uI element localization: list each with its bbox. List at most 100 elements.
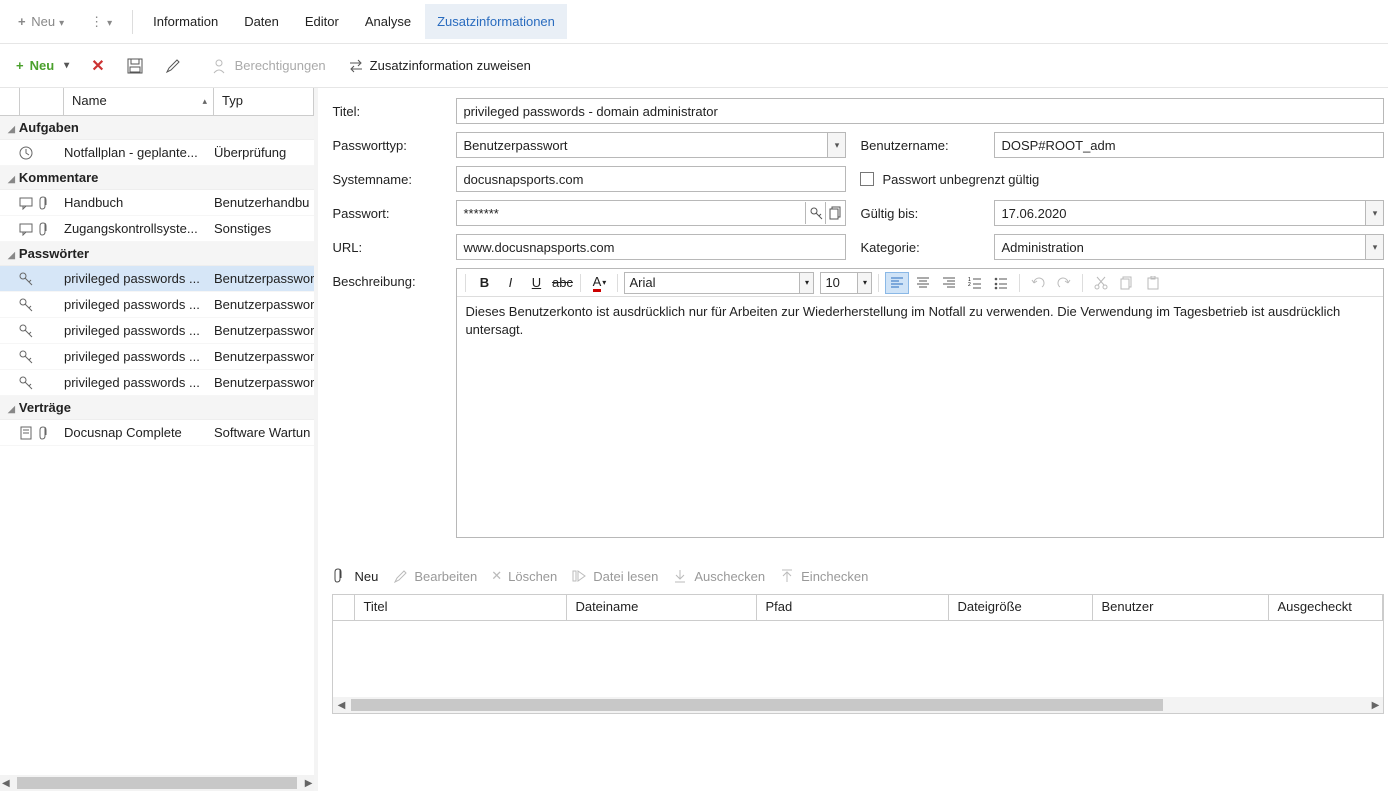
chevron-down-icon: ◢ bbox=[8, 404, 15, 414]
font-size-select[interactable]: 10▾ bbox=[820, 272, 872, 294]
header-icon[interactable] bbox=[20, 88, 64, 115]
user-icon bbox=[213, 58, 229, 74]
chevron-down-icon: ◢ bbox=[8, 124, 15, 134]
header-benutzer[interactable]: Benutzer bbox=[1093, 595, 1269, 621]
font-family-select[interactable]: Arial▾ bbox=[624, 272, 814, 294]
sidebar-scrollbar[interactable]: ◀ ▶ bbox=[0, 775, 314, 791]
menu-zusatzinformationen[interactable]: Zusatzinformationen bbox=[425, 4, 567, 39]
undo-button[interactable] bbox=[1026, 272, 1050, 294]
italic-button[interactable]: I bbox=[498, 272, 522, 294]
copy-password-button[interactable] bbox=[825, 202, 845, 224]
row-password-1[interactable]: privileged passwords ... Benutzerpasswor bbox=[0, 266, 314, 292]
input-gueltig[interactable]: 17.06.2020▾ bbox=[994, 200, 1384, 226]
row-password-4[interactable]: privileged passwords ... Benutzerpasswor bbox=[0, 344, 314, 370]
scroll-left-icon[interactable]: ◀ bbox=[333, 697, 349, 713]
svg-text:2: 2 bbox=[968, 282, 971, 288]
attachments-scrollbar[interactable]: ◀ ▶ bbox=[333, 697, 1383, 713]
group-kommentare[interactable]: ◢Kommentare bbox=[0, 166, 314, 190]
list-bullet-button[interactable] bbox=[989, 272, 1013, 294]
attachment-icon bbox=[37, 221, 53, 237]
redo-button[interactable] bbox=[1052, 272, 1076, 294]
menu-information[interactable]: Information bbox=[141, 4, 230, 39]
attachments-table: Titel Dateiname Pfad Dateigröße Benutzer… bbox=[332, 594, 1384, 714]
header-ausgecheckt[interactable]: Ausgecheckt bbox=[1269, 595, 1383, 621]
row-zugang[interactable]: Zugangskontrollsyste... Sonstiges bbox=[0, 216, 314, 242]
menu-analyse[interactable]: Analyse bbox=[353, 4, 423, 39]
toolbar: + Neu▾ ✕ Berechtigungen Zusat bbox=[0, 44, 1388, 88]
menu-neu[interactable]: + Neu▾ bbox=[6, 4, 76, 39]
menu-editor[interactable]: Editor bbox=[293, 4, 351, 39]
header-pfad[interactable]: Pfad bbox=[757, 595, 949, 621]
list-numbered-button[interactable]: 12 bbox=[963, 272, 987, 294]
header-titel[interactable]: Titel bbox=[355, 595, 567, 621]
row-password-3[interactable]: privileged passwords ... Benutzerpasswor bbox=[0, 318, 314, 344]
header-dateigroesse[interactable]: Dateigröße bbox=[949, 595, 1093, 621]
attach-auschecken: Auschecken bbox=[672, 568, 765, 584]
attachments-toolbar: Neu Bearbeiten ✕ Löschen Datei lesen Aus… bbox=[332, 564, 1384, 588]
underline-button[interactable]: U bbox=[524, 272, 548, 294]
row-password-5[interactable]: privileged passwords ... Benutzerpasswor bbox=[0, 370, 314, 396]
cut-button[interactable] bbox=[1089, 272, 1113, 294]
reveal-password-button[interactable] bbox=[805, 202, 825, 224]
group-passwoerter[interactable]: ◢Passwörter bbox=[0, 242, 314, 266]
attach-loeschen: ✕ Löschen bbox=[491, 568, 557, 584]
font-color-button[interactable]: A▾ bbox=[587, 272, 611, 294]
row-password-2[interactable]: privileged passwords ... Benutzerpasswor bbox=[0, 292, 314, 318]
input-passwort[interactable]: ******* bbox=[456, 200, 846, 226]
input-systemname[interactable]: docusnapsports.com bbox=[456, 166, 846, 192]
strikethrough-button[interactable]: abc bbox=[550, 272, 574, 294]
checkbox-icon[interactable] bbox=[860, 172, 874, 186]
align-left-button[interactable] bbox=[885, 272, 909, 294]
key-icon bbox=[18, 297, 34, 313]
attachments-body bbox=[333, 621, 1383, 697]
header-name[interactable]: Name ▴ bbox=[64, 88, 214, 115]
input-url[interactable]: www.docusnapsports.com bbox=[456, 234, 846, 260]
chevron-down-icon[interactable]: ▾ bbox=[799, 273, 813, 293]
attach-neu[interactable]: Neu bbox=[332, 568, 378, 584]
menu-more[interactable]: ⋮▾ bbox=[78, 4, 124, 40]
select-kategorie[interactable]: Administration▾ bbox=[994, 234, 1384, 260]
separator bbox=[132, 10, 133, 34]
sort-asc-icon: ▴ bbox=[202, 96, 207, 107]
copy-button[interactable] bbox=[1115, 272, 1139, 294]
chevron-down-icon[interactable]: ▾ bbox=[1365, 201, 1383, 225]
header-dateiname[interactable]: Dateiname bbox=[567, 595, 757, 621]
upload-icon bbox=[779, 568, 795, 584]
chevron-down-icon[interactable]: ▾ bbox=[1365, 235, 1383, 259]
menu-daten[interactable]: Daten bbox=[232, 4, 291, 39]
header-expand[interactable] bbox=[0, 88, 20, 115]
select-passworttyp[interactable]: Benutzerpasswort▾ bbox=[456, 132, 846, 158]
toolbar-save[interactable] bbox=[121, 54, 149, 78]
align-center-button[interactable] bbox=[911, 272, 935, 294]
row-notfallplan[interactable]: Notfallplan - geplante... Überprüfung bbox=[0, 140, 314, 166]
toolbar-edit[interactable] bbox=[159, 54, 187, 78]
editor-content[interactable]: Dieses Benutzerkonto ist ausdrücklich nu… bbox=[457, 297, 1383, 537]
scroll-right-icon[interactable]: ▶ bbox=[1367, 697, 1383, 713]
attachments-header: Titel Dateiname Pfad Dateigröße Benutzer… bbox=[333, 595, 1383, 621]
toolbar-delete[interactable]: ✕ bbox=[85, 52, 110, 80]
input-benutzername[interactable]: DOSP#ROOT_adm bbox=[994, 132, 1384, 158]
sidebar: Name ▴ Typ ◢Aufgaben Notfallplan - gepla… bbox=[0, 88, 318, 791]
row-docusnap[interactable]: Docusnap Complete Software Wartun bbox=[0, 420, 314, 446]
header-blank[interactable] bbox=[333, 595, 355, 621]
toolbar-zuweisen[interactable]: Zusatzinformation zuweisen bbox=[342, 54, 537, 78]
attachment-icon bbox=[332, 568, 348, 584]
row-handbuch[interactable]: Handbuch Benutzerhandbu bbox=[0, 190, 314, 216]
scroll-thumb[interactable] bbox=[351, 699, 1162, 711]
group-aufgaben[interactable]: ◢Aufgaben bbox=[0, 116, 314, 140]
align-right-button[interactable] bbox=[937, 272, 961, 294]
scroll-left-icon[interactable]: ◀ bbox=[2, 778, 10, 789]
chevron-down-icon[interactable]: ▾ bbox=[827, 133, 845, 157]
header-typ[interactable]: Typ bbox=[214, 88, 314, 115]
label-titel: Titel: bbox=[332, 104, 442, 119]
input-titel[interactable]: privileged passwords - domain administra… bbox=[456, 98, 1384, 124]
checkbox-unbegrenzt[interactable]: Passwort unbegrenzt gültig bbox=[860, 172, 1384, 187]
group-vertraege[interactable]: ◢Verträge bbox=[0, 396, 314, 420]
chevron-down-icon[interactable]: ▾ bbox=[857, 273, 871, 293]
paste-button[interactable] bbox=[1141, 272, 1165, 294]
scroll-right-icon[interactable]: ▶ bbox=[305, 778, 313, 789]
pencil-icon bbox=[165, 58, 181, 74]
toolbar-neu[interactable]: + Neu▾ bbox=[10, 54, 75, 77]
bold-button[interactable]: B bbox=[472, 272, 496, 294]
scroll-thumb[interactable] bbox=[17, 777, 297, 789]
